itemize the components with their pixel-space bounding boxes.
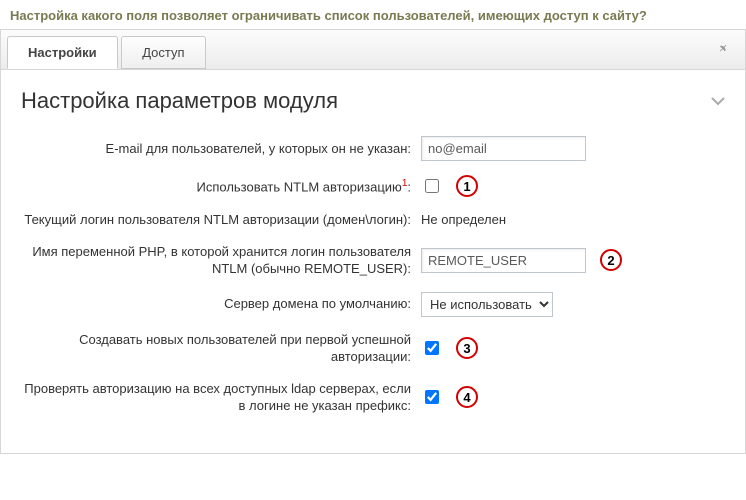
row-ntlm-login: Текущий логин пользователя NTLM авториза…	[21, 211, 725, 229]
panel-title: Настройка параметров модуля	[21, 88, 338, 114]
php-var-label: Имя переменной PHP, в которой хранится л…	[21, 243, 421, 278]
row-domain-server: Сервер домена по умолчанию: Не использов…	[21, 292, 725, 317]
ntlm-auth-checkbox[interactable]	[425, 179, 439, 193]
pin-icon[interactable]	[717, 42, 731, 60]
row-create-users: Создавать новых пользователей при первой…	[21, 331, 725, 366]
ntlm-login-label: Текущий логин пользователя NTLM авториза…	[21, 211, 421, 229]
settings-panel: Настройка параметров модуля E-mail для п…	[0, 69, 746, 454]
collapse-icon[interactable]	[711, 94, 725, 109]
ldap-servers-checkbox[interactable]	[425, 390, 439, 404]
domain-server-select[interactable]: Не использовать	[421, 292, 553, 317]
row-php-var: Имя переменной PHP, в которой хранится л…	[21, 243, 725, 278]
ldap-servers-label: Проверять авторизацию на всех доступных …	[21, 380, 421, 415]
domain-server-label: Сервер домена по умолчанию:	[21, 295, 421, 313]
ntlm-label: Использовать NTLM авторизацию1:	[21, 177, 421, 196]
panel-header: Настройка параметров модуля	[21, 88, 725, 114]
php-var-input[interactable]	[421, 248, 586, 273]
question-text: Настройка какого поля позволяет ограничи…	[0, 0, 746, 29]
ntlm-sup: 1	[402, 178, 408, 189]
create-users-label: Создавать новых пользователей при первой…	[21, 331, 421, 366]
marker-3: 3	[456, 337, 478, 359]
marker-2: 2	[600, 249, 622, 271]
row-ntlm-auth: Использовать NTLM авторизацию1: 1	[21, 175, 725, 197]
ntlm-login-value: Не определен	[421, 212, 506, 227]
row-email: E-mail для пользователей, у которых он н…	[21, 136, 725, 161]
row-ldap-servers: Проверять авторизацию на всех доступных …	[21, 380, 725, 415]
create-users-checkbox[interactable]	[425, 341, 439, 355]
tab-settings[interactable]: Настройки	[7, 36, 118, 69]
marker-1: 1	[456, 175, 478, 197]
tab-access[interactable]: Доступ	[121, 36, 205, 69]
tab-bar: Настройки Доступ	[0, 29, 746, 69]
marker-4: 4	[456, 386, 478, 408]
email-input[interactable]	[421, 136, 586, 161]
email-label: E-mail для пользователей, у которых он н…	[21, 140, 421, 158]
